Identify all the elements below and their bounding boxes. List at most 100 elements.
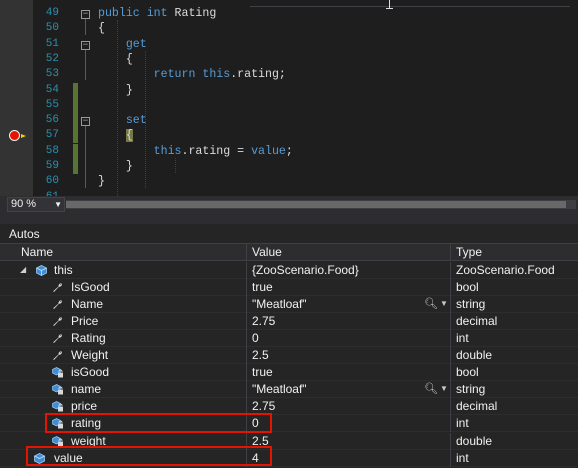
source-text[interactable]: { <box>98 21 105 36</box>
line-number: 50 <box>45 22 59 35</box>
fold-connector <box>85 49 86 81</box>
autos-row[interactable]: name "Meatloaf" 🔍︎ ▼ string <box>0 381 578 399</box>
variable-value[interactable]: true <box>252 279 273 295</box>
zoom-dropdown[interactable]: 90 % ▼ <box>7 197 65 212</box>
variable-value[interactable]: 2.75 <box>252 313 275 329</box>
variable-value[interactable]: "Meatloaf" <box>252 381 307 397</box>
panel-splitter[interactable] <box>0 214 578 224</box>
indent-guide <box>175 157 176 173</box>
code-token: } <box>98 160 133 173</box>
source-text[interactable]: { <box>98 52 133 67</box>
variable-value[interactable]: 2.5 <box>252 347 269 363</box>
source-text[interactable]: } <box>98 83 133 98</box>
code-line[interactable]: 60} <box>0 174 578 189</box>
code-line[interactable]: 50 { <box>0 21 578 36</box>
collapse-icon[interactable]: − <box>81 117 90 127</box>
variable-value[interactable]: 2.75 <box>252 398 275 414</box>
column-divider <box>246 313 247 331</box>
highlight-box-rating <box>45 413 272 433</box>
variable-name: isGood <box>71 365 110 380</box>
variable-type: int <box>456 331 469 346</box>
variable-value[interactable]: 0 <box>252 330 259 346</box>
variable-value[interactable]: {ZooScenario.Food} <box>252 262 359 278</box>
column-header-value[interactable]: Value <box>252 244 282 260</box>
variable-type: decimal <box>456 314 498 329</box>
private-field-icon <box>52 367 63 378</box>
column-header-type[interactable]: Type <box>456 244 482 260</box>
scrollbar-thumb[interactable] <box>66 201 566 208</box>
private-field-icon <box>52 435 63 447</box>
line-number: 49 <box>45 7 59 19</box>
autos-row[interactable]: Price 2.75 decimal <box>0 313 578 331</box>
horizontal-scrollbar[interactable] <box>66 200 576 209</box>
source-text[interactable]: { <box>98 128 133 143</box>
autos-row[interactable]: isGood true bool <box>0 364 578 382</box>
code-line[interactable]: 52 { <box>0 52 578 67</box>
keyword-token: this <box>98 144 182 158</box>
code-line[interactable]: 55 <box>0 98 578 113</box>
collapse-icon[interactable]: − <box>81 10 90 19</box>
source-text[interactable]: } <box>98 174 105 189</box>
code-editor[interactable]: 49 public int Rating 50{51 get 52 {53 retur… <box>0 0 578 196</box>
autos-row[interactable]: Weight 2.5 double <box>0 347 578 365</box>
column-divider <box>450 330 451 348</box>
variable-value[interactable]: "Meatloaf" <box>252 296 307 312</box>
change-indicator <box>73 113 78 129</box>
visualizer-dropdown-icon[interactable]: ▼ <box>440 381 448 397</box>
source-text[interactable]: } <box>98 159 133 174</box>
column-divider <box>450 398 451 416</box>
autos-window: Autos Name Value Type ◢ this {ZooScenario.… <box>0 224 578 468</box>
line-number: 53 <box>45 68 59 81</box>
variable-type: bool <box>456 365 479 380</box>
editor-status-bar: 90 % ▼ <box>0 196 578 214</box>
column-divider <box>450 347 451 365</box>
code-token: .rating; <box>230 68 286 82</box>
property-wrench-icon <box>52 350 63 361</box>
source-text[interactable]: set <box>98 113 147 128</box>
column-divider <box>450 279 451 297</box>
autos-row[interactable]: Name "Meatloaf" 🔍︎ ▼ string <box>0 296 578 314</box>
code-token: } <box>98 175 105 189</box>
code-line[interactable]: 53 return this.rating; <box>0 67 578 82</box>
variable-type: ZooScenario.Food <box>456 263 555 277</box>
execution-arrow-icon <box>21 134 26 139</box>
variable-name: Rating <box>71 331 106 346</box>
code-token: } <box>98 83 133 97</box>
line-number: 57 <box>45 129 59 142</box>
source-text[interactable]: this.rating = value; <box>98 144 293 159</box>
autos-row[interactable]: ◢ this {ZooScenario.Food} ZooScenario.Food <box>0 262 578 279</box>
visualizer-magnifier-icon[interactable]: 🔍︎ <box>424 381 438 397</box>
variable-value[interactable]: true <box>252 364 273 380</box>
change-indicator <box>73 159 78 174</box>
column-divider <box>450 296 451 314</box>
code-line[interactable]: 57 { <box>0 128 578 143</box>
source-text[interactable]: return this.rating; <box>98 67 286 82</box>
property-wrench-icon <box>52 299 63 310</box>
code-line[interactable]: 58 this.rating = value; <box>0 144 578 159</box>
expand-triangle-icon[interactable]: ◢ <box>20 262 26 278</box>
source-text[interactable]: get <box>98 37 147 52</box>
object-icon <box>36 265 47 276</box>
line-number: 52 <box>45 52 59 65</box>
line-number: 58 <box>45 144 59 157</box>
source-text[interactable]: public int Rating <box>98 6 216 21</box>
indent-guide <box>145 50 146 189</box>
variable-name: price <box>71 399 98 414</box>
code-line[interactable]: 54 } <box>0 83 578 98</box>
autos-row[interactable]: IsGood true bool <box>0 279 578 297</box>
visualizer-dropdown-icon[interactable]: ▼ <box>440 296 448 312</box>
chevron-down-icon: ▼ <box>54 200 62 209</box>
code-token: { <box>98 52 133 66</box>
collapse-icon[interactable]: − <box>81 40 90 50</box>
column-divider[interactable] <box>450 244 451 260</box>
visualizer-magnifier-icon[interactable]: 🔍︎ <box>424 296 438 312</box>
column-divider <box>450 415 451 433</box>
column-divider[interactable] <box>246 244 247 260</box>
code-line[interactable]: 59 } <box>0 159 578 174</box>
variable-type: int <box>456 416 469 431</box>
autos-row[interactable]: Rating 0 int <box>0 330 578 348</box>
code-token: .rating = <box>181 144 252 158</box>
column-header-name[interactable]: Name <box>21 244 53 260</box>
line-number: 51 <box>45 37 59 50</box>
